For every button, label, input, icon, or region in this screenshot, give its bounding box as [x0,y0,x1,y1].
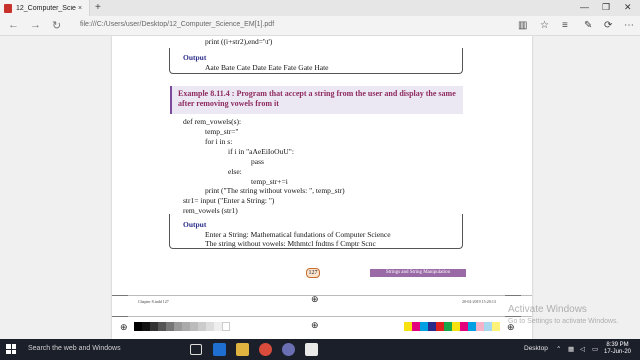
output-label: Output [183,220,207,229]
desktop-toolbar-label[interactable]: Desktop [524,345,548,352]
app-icon[interactable] [305,343,318,356]
code-line: def rem_vowels(s): [183,117,242,126]
color-swatch [404,322,412,331]
color-swatch [452,322,460,331]
color-swatch [412,322,420,331]
hub-icon[interactable]: ≡ [562,20,568,31]
code-line: print ("The string without vowels: ", te… [205,186,345,195]
color-swatch [222,322,230,331]
favorite-star-icon[interactable]: ☆ [540,20,549,31]
crop-mark [505,316,521,317]
pdf-viewer[interactable]: ⊕ ⊕ print ((i+str2),end='\t') Output Aat… [0,36,640,339]
file-explorer-icon[interactable] [236,343,249,356]
color-swatch [444,322,452,331]
output-text: Aate Bate Cate Date Eate Fate Gate Hate [205,63,329,72]
color-swatch [134,322,142,331]
output-text: Enter a String: Mathematical fundations … [205,230,391,239]
app-icon[interactable] [282,343,295,356]
color-swatch [468,322,476,331]
new-tab-button[interactable]: + [95,2,101,13]
divider [112,316,532,317]
minimize-icon[interactable]: — [580,2,589,12]
color-swatch [436,322,444,331]
tab-pdf[interactable]: 12_Computer_Science_E × [0,0,90,16]
web-note-icon[interactable]: ✎ [584,20,592,31]
code-line: for i in s: [205,137,233,146]
code-line: temp_str+=i [251,177,288,186]
code-line: str1= input ("Enter a String: ") [183,196,275,205]
output-text: The string without vowels: Mthmtcl fndtn… [205,239,376,248]
color-swatch [206,322,214,331]
color-swatch [428,322,436,331]
code-line: else: [228,167,242,176]
registration-mark-icon: ⊕ [120,322,128,332]
chrome-icon[interactable] [259,343,272,356]
clock-date: 17-Jun-20 [604,349,632,355]
registration-mark-icon: ⊕ [311,294,319,304]
color-swatch [420,322,428,331]
maximize-icon[interactable]: ❐ [602,2,610,13]
color-swatch [484,322,492,331]
color-swatch [190,322,198,331]
color-swatch [460,322,468,331]
code-line: if i in "aAeEiIoOuU": [228,147,294,156]
output-label: Output [183,53,207,62]
color-swatch [158,322,166,331]
example-title: Example 8.11.4 : Program that accept a s… [178,89,456,108]
code-line: temp_str='' [205,127,239,136]
color-swatch [174,322,182,331]
refresh-icon[interactable]: ↻ [52,19,61,32]
color-swatch [492,322,500,331]
volume-icon[interactable]: ◁ [580,345,585,353]
address-bar: ← → ↻ file:///C:/Users/user/Desktop/12_C… [0,16,640,36]
tab-bar: 12_Computer_Science_E × + — ❐ ✕ [0,0,640,16]
code-line: pass [251,157,264,166]
pdf-page: print ((i+str2),end='\t') Output Aate Ba… [112,36,532,339]
clock-time: 8:39 PM [606,342,629,348]
crop-mark [112,316,128,317]
notification-icon[interactable]: ▭ [592,345,598,353]
color-swatch [182,322,190,331]
tray-arrow-icon[interactable]: ⌃ [556,345,561,353]
url-field[interactable]: file:///C:/Users/user/Desktop/12_Compute… [80,21,274,28]
crop-mark [505,295,521,296]
network-icon[interactable]: ▦ [568,345,574,353]
color-swatch [150,322,158,331]
windows-start-icon[interactable] [6,344,16,354]
activate-windows-watermark: Activate Windows [508,304,587,315]
pdf-icon [4,3,12,13]
chapter-bar: Strings and String Manipulation [370,269,466,277]
divider [112,295,532,296]
tab-title: 12_Computer_Science_E [16,4,76,12]
close-window-icon[interactable]: ✕ [624,2,632,13]
example-heading: Example 8.11.4 : Program that accept a s… [170,86,463,114]
color-swatch [214,322,222,331]
share-icon[interactable]: ⟳ [604,20,612,31]
code-line: print ((i+str2),end='\t') [205,37,273,46]
taskbar-search[interactable]: Search the web and Windows [28,345,121,352]
reading-view-icon[interactable]: ▥ [518,20,527,31]
footer-left: Chapter 8.indd 127 [138,299,169,304]
activate-windows-hint: Go to Settings to activate Windows. [508,318,619,325]
color-swatch [142,322,150,331]
footer-right: 20-02-2019 15:20:13 [462,299,496,304]
back-icon[interactable]: ← [8,19,19,31]
color-swatch [166,322,174,331]
registration-mark-icon: ⊕ [311,320,319,330]
more-icon[interactable]: ⋯ [624,20,634,31]
edge-browser-icon[interactable] [213,343,226,356]
crop-mark [112,295,128,296]
color-swatch [198,322,206,331]
close-tab-icon[interactable]: × [78,5,82,12]
page-number: 127 [306,268,320,278]
task-view-icon[interactable] [190,344,202,355]
taskbar-clock[interactable]: 8:39 PM 17-Jun-20 [604,342,631,356]
taskbar: Search the web and Windows Desktop ⌃ ▦ ◁… [0,339,640,360]
forward-icon[interactable]: → [30,19,41,31]
color-swatch [476,322,484,331]
